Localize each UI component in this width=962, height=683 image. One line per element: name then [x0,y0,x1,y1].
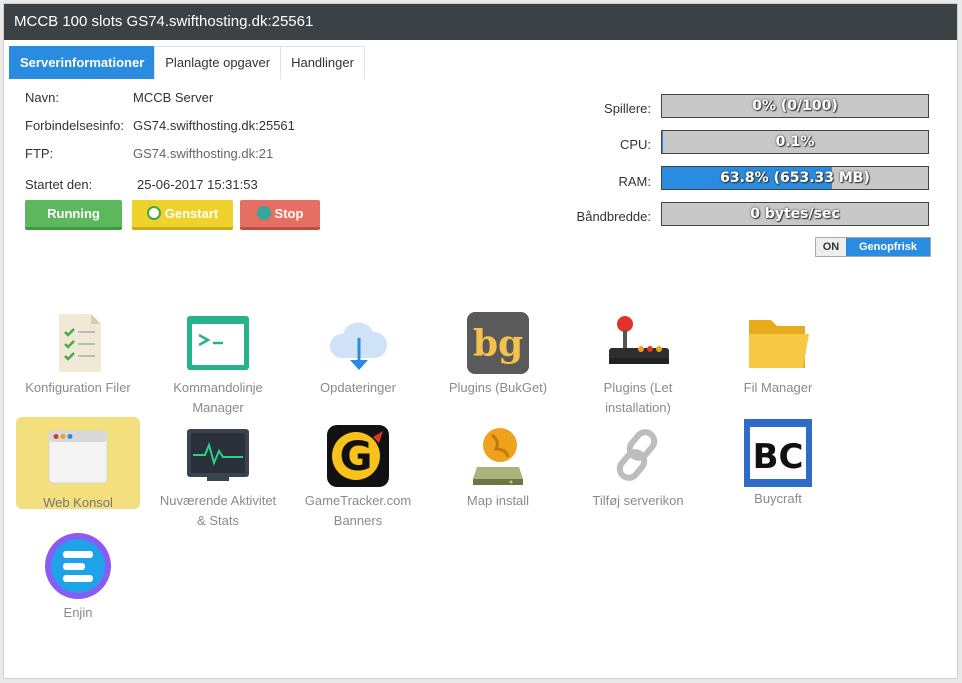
tile-label: Plugins (Let installation) [603,380,673,415]
folder-icon [745,310,811,376]
bandwidth-bar-text: 0 bytes/sec [750,206,840,222]
bukget-icon: bg [465,310,531,376]
map-install-icon [465,423,531,489]
ftp-label: FTP: [25,146,54,161]
running-label: Running [47,206,100,221]
tile-label: Konfiguration Filer [25,380,131,395]
bandwidth-label: Båndbredde: [576,209,651,224]
tile-plugins-bukget[interactable]: bg Plugins (BukGet) [436,310,560,398]
tile-buycraft[interactable]: BC Buycraft [716,419,840,509]
activity-monitor-icon [185,423,251,489]
ftp-value: GS74.swifthosting.dk:21 [133,146,274,161]
window-title: MCCB 100 slots GS74.swifthosting.dk:2556… [4,4,957,40]
tile-file-manager[interactable]: Fil Manager [716,310,840,398]
tile-gametracker[interactable]: G GameTracker.com Banners [296,423,420,531]
gametracker-icon: G [325,423,391,489]
gametracker-text: G [340,434,373,480]
buycraft-icon: BC [744,419,812,487]
chain-link-icon [605,423,671,489]
tile-label: Nuværende Aktivitet & Stats [159,493,277,528]
bandwidth-bar: 0 bytes/sec [661,202,929,226]
stop-button[interactable]: Stop [240,200,320,230]
tile-label: Kommandolinje Manager [173,380,263,415]
cpu-bar: 0.1% [661,130,929,154]
cpu-label: CPU: [619,137,651,152]
auto-refresh-toggle[interactable]: ON Genopfrisk [815,237,931,257]
players-bar-text: 0% (0/100) [752,98,838,114]
tile-activity-stats[interactable]: Nuværende Aktivitet & Stats [156,423,280,531]
browser-window-icon [45,425,111,491]
config-files-icon [45,310,111,376]
connection-label: Forbindelsesinfo: [25,118,124,133]
enjin-icon [43,531,113,601]
tile-web-console[interactable]: Web Konsol [16,417,140,510]
tile-label: Tilføj serverikon [592,493,684,508]
tile-plugins-easy[interactable]: Plugins (Let installation) [576,310,700,418]
players-bar: 0% (0/100) [661,94,929,118]
ram-bar: 63.8% (653.33 MB) [661,166,929,190]
server-panel: MCCB 100 slots GS74.swifthosting.dk:2556… [3,3,958,679]
tile-updates[interactable]: Opdateringer [296,310,420,398]
buycraft-text: BC [753,437,804,477]
tab-serverinformationer[interactable]: Serverinformationer [9,46,156,79]
refresh-icon [146,206,161,220]
running-button[interactable]: Running [25,200,122,230]
started-value: 25-06-2017 15:31:53 [137,177,258,192]
tab-bar: Serverinformationer Planlagte opgaver Ha… [9,46,365,79]
tile-label: Web Konsol [43,495,113,510]
tab-handlinger[interactable]: Handlinger [280,46,365,79]
ram-label: RAM: [618,174,652,189]
cpu-bar-text: 0.1% [775,134,815,150]
cloud-download-icon [325,310,391,376]
players-label: Spillere: [604,101,651,116]
tile-enjin[interactable]: Enjin [16,531,140,623]
started-label: Startet den: [25,177,93,192]
joystick-icon [605,310,671,376]
bukget-text: bg [473,323,523,365]
pause-icon [256,206,271,220]
tile-label: Opdateringer [320,380,396,395]
connection-value: GS74.swifthosting.dk:25561 [133,118,295,133]
tile-label: Buycraft [754,491,802,506]
restart-label: Genstart [164,206,219,221]
name-label: Navn: [25,90,59,105]
tile-add-server-icon[interactable]: Tilføj serverikon [576,423,700,511]
tile-label: Plugins (BukGet) [448,380,548,395]
stop-label: Stop [274,206,304,221]
tab-planlagte-opgaver[interactable]: Planlagte opgaver [154,46,282,79]
tile-config-files[interactable]: Konfiguration Filer [16,310,140,398]
terminal-icon [185,310,251,376]
name-value: MCCB Server [133,90,214,105]
ram-bar-text: 63.8% (653.33 MB) [720,170,870,186]
tile-label: Map install [466,493,530,508]
refresh-label: Genopfrisk [846,238,930,256]
tile-map-install[interactable]: Map install [436,423,560,511]
restart-button[interactable]: Genstart [132,200,233,230]
toggle-state: ON [816,238,846,256]
tile-label: Fil Manager [743,380,813,395]
tile-label: GameTracker.com Banners [304,493,412,528]
tile-command-line[interactable]: Kommandolinje Manager [156,310,280,418]
tile-label: Enjin [63,605,93,620]
